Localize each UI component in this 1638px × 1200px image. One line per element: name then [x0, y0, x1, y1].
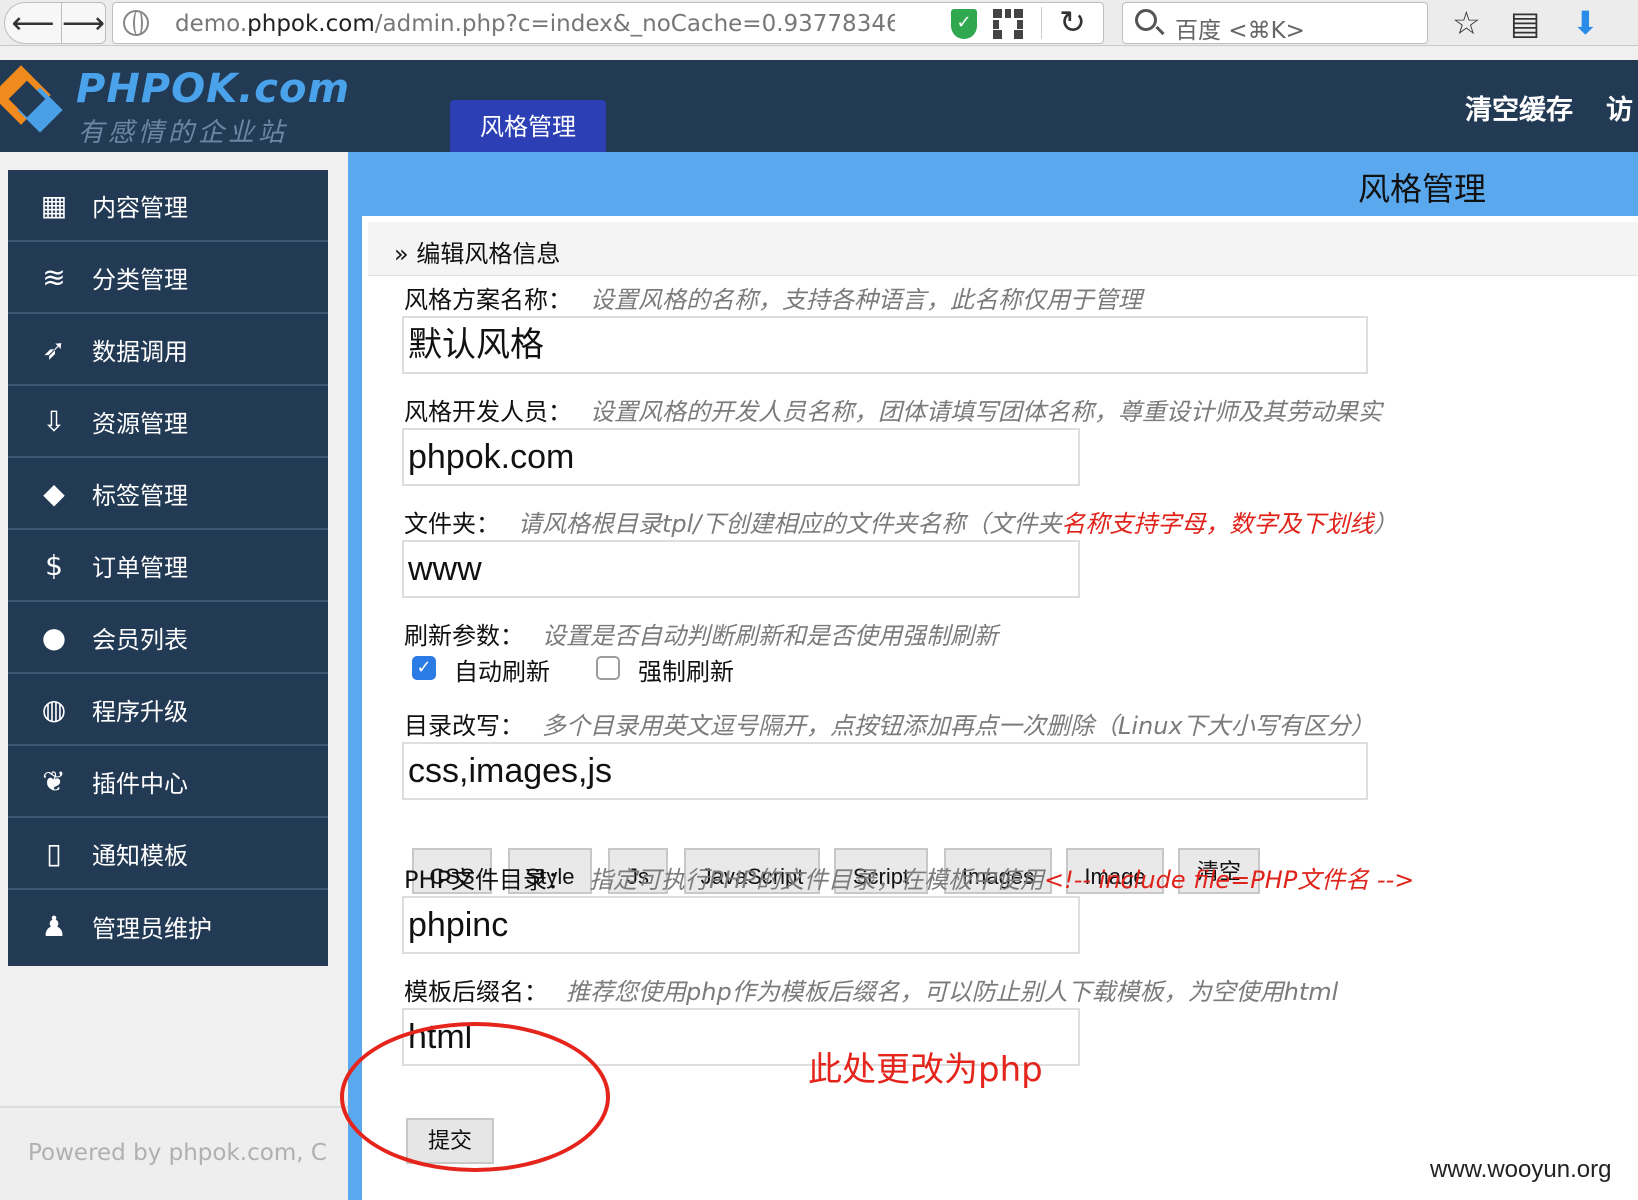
sidebar-item-label: 会员列表	[92, 625, 188, 654]
folder-label: 文件夹： 请风格根目录tpl/下创建相应的文件夹名称（文件夹名称支持字母，数字及下…	[404, 510, 1398, 538]
style-name-label: 风格方案名称： 设置风格的名称，支持各种语言，此名称仅用于管理	[404, 286, 1142, 314]
url-separator	[1041, 7, 1042, 39]
force-refresh-label: 强制刷新	[638, 658, 734, 686]
force-refresh-checkbox[interactable]	[596, 656, 620, 680]
rocket-icon: ➶	[42, 332, 66, 366]
sidebar-item-plugins[interactable]: ❦ 插件中心	[8, 746, 328, 818]
search-placeholder: 百度 <⌘K>	[1175, 18, 1305, 44]
qr-code-icon[interactable]	[993, 9, 1023, 39]
watermark: www.wooyun.org	[1430, 1156, 1612, 1183]
layers-icon: ≋	[42, 260, 66, 294]
sidebar: ▦ 内容管理 ≋ 分类管理 ➶ 数据调用 ⇩ 资源管理 ◆ 标签管理 $ 订单管…	[8, 170, 328, 966]
admin-header: PHPOK.com 有感情的企业站 风格管理 清空缓存 访	[0, 60, 1638, 152]
reading-list-icon[interactable]: ▤	[1510, 4, 1540, 42]
sidebar-item-orders[interactable]: $ 订单管理	[8, 530, 328, 602]
download-tray-icon: ⇩	[42, 404, 66, 438]
auto-refresh-label: 自动刷新	[454, 658, 550, 686]
footer: Powered by phpok.com, C	[0, 1106, 350, 1200]
sidebar-item-label: 程序升级	[92, 697, 188, 726]
user-icon: ●	[41, 620, 67, 654]
style-author-input[interactable]: phpok.com	[402, 428, 1080, 486]
shield-check-icon[interactable]: ✓	[951, 9, 977, 39]
sidebar-item-label: 通知模板	[92, 841, 188, 870]
sidebar-item-admins[interactable]: ♟ 管理员维护	[8, 890, 328, 962]
auto-refresh-checkbox[interactable]: ✓	[412, 656, 436, 680]
globe-icon	[123, 10, 149, 36]
visit-link[interactable]: 访	[1606, 88, 1633, 127]
php-dir-label: PHP文件目录： 指定可执行PHP的文件目录，在模板中使用<!-- include…	[404, 866, 1415, 894]
browser-toolbar: ⟵ ⟶ demo.phpok.com/admin.php?c=index&_no…	[0, 0, 1638, 46]
sidebar-item-label: 内容管理	[92, 193, 188, 222]
sidebar-item-members[interactable]: ● 会员列表	[8, 602, 328, 674]
style-author-label: 风格开发人员： 设置风格的开发人员名称，团体请填写团体名称，尊重设计师及其劳动果实	[404, 398, 1382, 426]
sidebar-item-category[interactable]: ≋ 分类管理	[8, 242, 328, 314]
sidebar-item-label: 资源管理	[92, 409, 188, 438]
footer-powered-by: Powered by phpok.com, C	[28, 1140, 327, 1166]
reload-icon[interactable]: ↻	[1059, 3, 1086, 41]
sidebar-item-label: 标签管理	[92, 481, 188, 510]
sidebar-item-label: 订单管理	[92, 553, 188, 582]
arrow-left-icon: ⟵	[11, 5, 55, 41]
annotation-circle	[340, 1022, 610, 1172]
tag-icon: ◆	[43, 476, 65, 510]
clear-cache-link[interactable]: 清空缓存	[1465, 88, 1573, 127]
sidebar-item-data-call[interactable]: ➶ 数据调用	[8, 314, 328, 386]
search-icon	[1135, 9, 1157, 31]
panel-title: » 编辑风格信息	[394, 240, 561, 268]
sidebar-item-label: 数据调用	[92, 337, 188, 366]
back-button[interactable]: ⟵	[4, 2, 62, 44]
globe-icon: ◍	[41, 692, 67, 726]
star-icon[interactable]: ☆	[1452, 4, 1481, 42]
folder-input[interactable]: www	[402, 540, 1080, 598]
leaf-icon: ❦	[42, 764, 66, 798]
building-icon: ▦	[40, 188, 68, 222]
dollar-circle-icon: $	[45, 548, 63, 582]
logo-subtitle: 有感情的企业站	[78, 118, 289, 148]
annotation-text: 此处更改为php	[808, 1050, 1043, 1090]
sidebar-item-label: 管理员维护	[92, 914, 212, 943]
sidebar-item-tags[interactable]: ◆ 标签管理	[8, 458, 328, 530]
page-title: 风格管理	[1357, 170, 1486, 208]
download-arrow-icon[interactable]: ⬇	[1572, 4, 1599, 42]
url-text: demo.phpok.com/admin.php?c=index&_noCach…	[175, 11, 895, 37]
phpok-logo-icon	[0, 65, 66, 146]
sidebar-item-content[interactable]: ▦ 内容管理	[8, 170, 328, 242]
forward-button[interactable]: ⟶	[62, 2, 106, 44]
logo-title[interactable]: PHPOK.com	[76, 66, 350, 112]
refresh-label: 刷新参数： 设置是否自动判断刷新和是否使用强制刷新	[404, 622, 998, 650]
dir-rewrite-input[interactable]: css,images,js	[402, 742, 1368, 800]
browser-search-input[interactable]: 百度 <⌘K>	[1122, 2, 1428, 44]
dir-rewrite-label: 目录改写： 多个目录用英文逗号隔开，点按钮添加再点一次删除（Linux下大小写有区…	[404, 712, 1375, 740]
sidebar-item-notify-templates[interactable]: ▯ 通知模板	[8, 818, 328, 890]
document-icon: ▯	[46, 836, 62, 870]
sidebar-item-resources[interactable]: ⇩ 资源管理	[8, 386, 328, 458]
style-name-input[interactable]: 默认风格	[402, 316, 1368, 374]
arrow-right-icon: ⟶	[62, 5, 106, 41]
tab-style-management[interactable]: 风格管理	[450, 100, 606, 152]
sidebar-item-label: 插件中心	[92, 769, 188, 798]
sidebar-item-upgrade[interactable]: ◍ 程序升级	[8, 674, 328, 746]
sidebar-item-label: 分类管理	[92, 265, 188, 294]
address-bar[interactable]: demo.phpok.com/admin.php?c=index&_noCach…	[112, 2, 1104, 44]
panel-header: » 编辑风格信息	[368, 222, 1638, 276]
admin-user-icon: ♟	[41, 909, 67, 943]
template-ext-label: 模板后缀名： 推荐您使用php作为模板后缀名，可以防止别人下载模板，为空使用htm…	[404, 978, 1339, 1006]
php-dir-input[interactable]: phpinc	[402, 896, 1080, 954]
